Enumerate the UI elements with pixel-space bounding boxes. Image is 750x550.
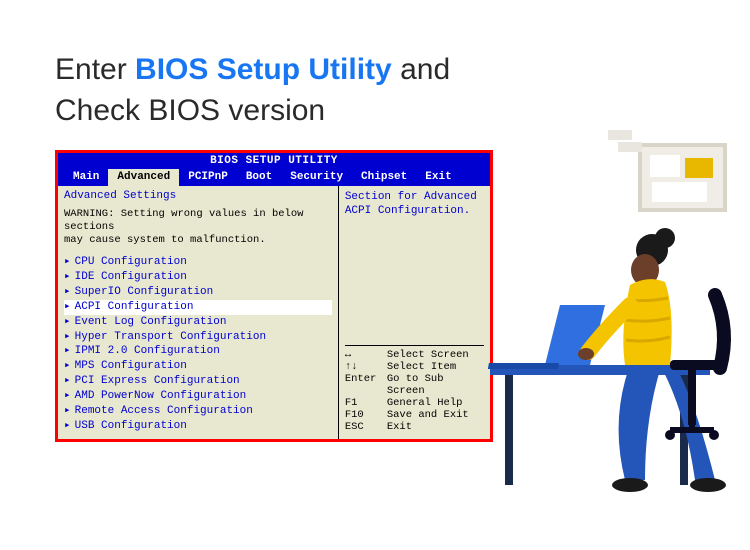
menu-item-ide[interactable]: ▸IDE Configuration (64, 270, 332, 285)
chevron-right-icon: ▸ (64, 420, 71, 432)
bios-tab-bar: Main Advanced PCIPnP Boot Security Chips… (58, 169, 490, 186)
title-suffix: and (392, 53, 450, 86)
tab-exit[interactable]: Exit (416, 169, 460, 186)
title-highlight: BIOS Setup Utility (135, 53, 392, 86)
key-row: ESCExit (345, 421, 484, 433)
tab-pcipnp[interactable]: PCIPnP (179, 169, 237, 186)
menu-item-hypertransport[interactable]: ▸Hyper Transport Configuration (64, 330, 332, 345)
title-line2: Check BIOS version (55, 94, 325, 127)
key-row: F1General Help (345, 397, 484, 409)
key-row: ↔Select Screen (345, 349, 484, 361)
key-legend: ↔Select Screen ↑↓Select Item EnterGo to … (345, 345, 484, 433)
page-title: Enter BIOS Setup Utility and Check BIOS … (55, 50, 450, 131)
chevron-right-icon: ▸ (64, 375, 71, 387)
chevron-right-icon: ▸ (64, 390, 71, 402)
warning-label: WARNING: (64, 208, 114, 220)
section-title: Advanced Settings (64, 190, 332, 202)
key-row: F10Save and Exit (345, 409, 484, 421)
chevron-right-icon: ▸ (64, 301, 71, 313)
menu-item-eventlog[interactable]: ▸Event Log Configuration (64, 315, 332, 330)
chevron-right-icon: ▸ (64, 331, 71, 343)
chevron-right-icon: ▸ (64, 256, 71, 268)
bios-header: BIOS SETUP UTILITY (58, 153, 490, 169)
bios-window: BIOS SETUP UTILITY Main Advanced PCIPnP … (55, 150, 493, 442)
help-text: Section for Advanced ACPI Configuration. (345, 190, 484, 219)
menu-item-acpi[interactable]: ▸ACPI Configuration (64, 300, 332, 315)
tab-chipset[interactable]: Chipset (352, 169, 416, 186)
tab-security[interactable]: Security (281, 169, 352, 186)
tab-boot[interactable]: Boot (237, 169, 281, 186)
menu-item-usb[interactable]: ▸USB Configuration (64, 419, 332, 434)
menu-item-remoteaccess[interactable]: ▸Remote Access Configuration (64, 404, 332, 419)
chevron-right-icon: ▸ (64, 286, 71, 298)
menu-item-mps[interactable]: ▸MPS Configuration (64, 359, 332, 374)
menu-item-powernow[interactable]: ▸AMD PowerNow Configuration (64, 389, 332, 404)
chevron-right-icon: ▸ (64, 271, 71, 283)
menu-item-ipmi[interactable]: ▸IPMI 2.0 Configuration (64, 344, 332, 359)
tab-main[interactable]: Main (64, 169, 108, 186)
chevron-right-icon: ▸ (64, 316, 71, 328)
person-at-desk-illustration (470, 130, 750, 530)
key-row: ↑↓Select Item (345, 361, 484, 373)
key-row: EnterGo to Sub Screen (345, 373, 484, 397)
menu-item-superio[interactable]: ▸SuperIO Configuration (64, 285, 332, 300)
warning: WARNING: Setting wrong values in below s… (64, 208, 332, 247)
menu-item-pciexpress[interactable]: ▸PCI Express Configuration (64, 374, 332, 389)
bios-body: Advanced Settings WARNING: Setting wrong… (58, 186, 490, 439)
bios-left-panel: Advanced Settings WARNING: Setting wrong… (58, 186, 339, 439)
bios-right-panel: Section for Advanced ACPI Configuration.… (339, 186, 490, 439)
chevron-right-icon: ▸ (64, 405, 71, 417)
chevron-right-icon: ▸ (64, 360, 71, 372)
title-prefix: Enter (55, 53, 135, 86)
menu-item-cpu[interactable]: ▸CPU Configuration (64, 255, 332, 270)
menu-list: ▸CPU Configuration ▸IDE Configuration ▸S… (64, 255, 332, 433)
chevron-right-icon: ▸ (64, 345, 71, 357)
tab-advanced[interactable]: Advanced (108, 169, 179, 186)
